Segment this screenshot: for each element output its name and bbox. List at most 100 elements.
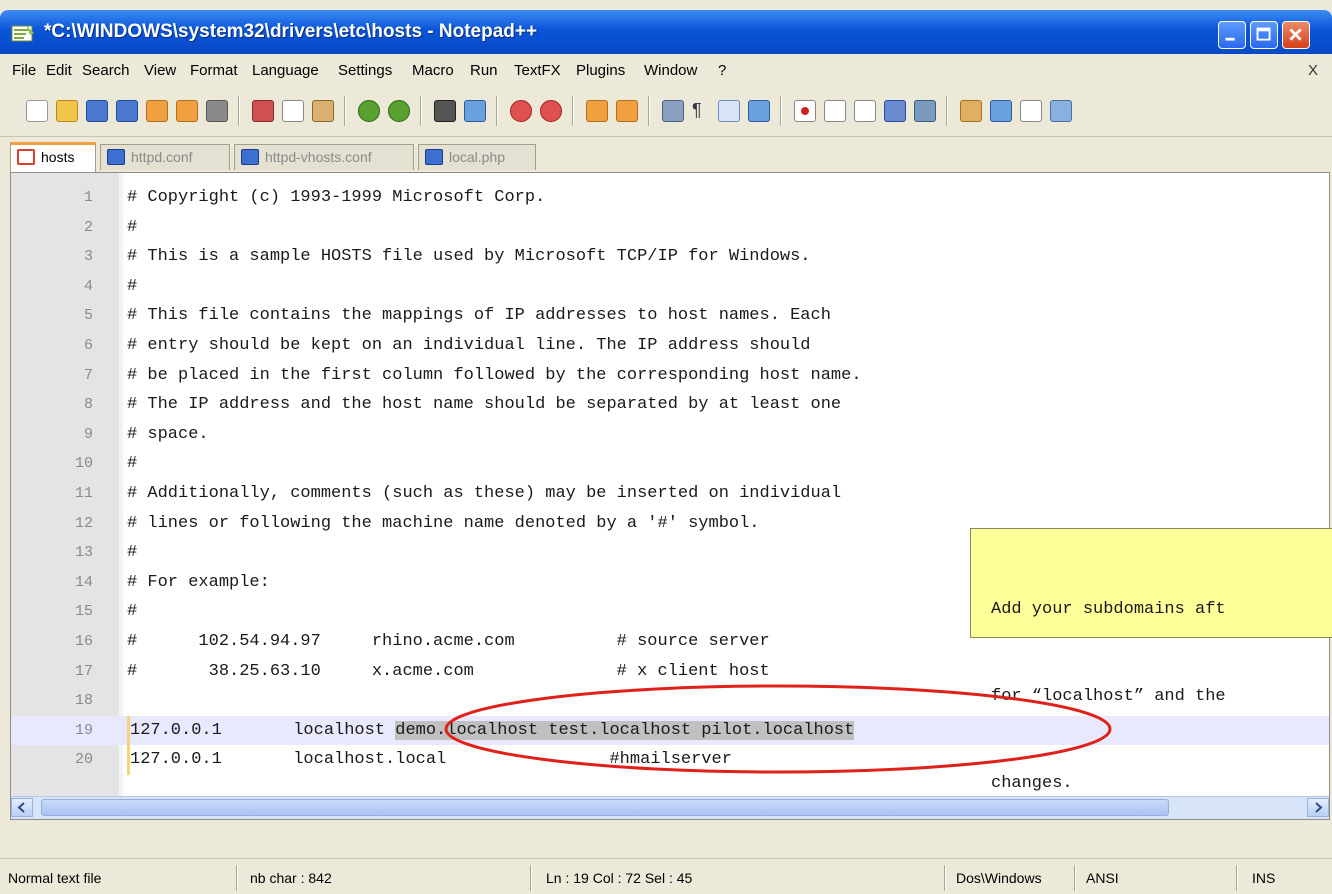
replace-icon[interactable] [464, 100, 486, 122]
record-macro-icon[interactable] [794, 100, 816, 122]
full-screen-icon[interactable] [990, 100, 1012, 122]
line-text: # lines or following the machine name de… [127, 509, 760, 539]
doc-map-icon[interactable] [1020, 100, 1042, 122]
saved-file-icon [107, 149, 125, 165]
zoom-in-icon[interactable] [510, 100, 532, 122]
menu-settings[interactable]: Settings [338, 62, 392, 79]
line-content: # [127, 217, 138, 237]
line-content: # 38.25.63.10 x.acme.com # x client host [127, 661, 770, 681]
paste-icon[interactable] [312, 100, 334, 122]
saved-file-icon [425, 149, 443, 165]
menu-view[interactable]: View [144, 62, 176, 79]
word-wrap-icon[interactable] [662, 100, 684, 122]
run-macro-multiple-icon[interactable] [884, 100, 906, 122]
line-number: 9 [83, 425, 93, 443]
line-text: # [127, 538, 137, 568]
close-file-icon[interactable] [146, 100, 168, 122]
editor-line[interactable]: 9 # space. [11, 420, 1329, 450]
menu-plugins[interactable]: Plugins [576, 62, 625, 79]
redo-icon[interactable] [388, 100, 410, 122]
tab-label: hosts [41, 149, 75, 165]
line-number: 2 [83, 218, 93, 236]
editor-line[interactable]: 2 # [11, 213, 1329, 243]
scroll-left-button[interactable] [11, 798, 33, 817]
zoom-out-icon[interactable] [540, 100, 562, 122]
sync-vertical-icon[interactable] [586, 100, 608, 122]
editor-line[interactable]: 11 # Additionally, comments (such as thes… [11, 479, 1329, 509]
trim-icon[interactable] [960, 100, 982, 122]
open-file-icon[interactable] [56, 100, 78, 122]
editor-line[interactable]: 10 # [11, 449, 1329, 479]
save-macro-icon[interactable] [914, 100, 936, 122]
editor-line[interactable]: 5 # This file contains the mappings of IP… [11, 301, 1329, 331]
line-content: # space. [127, 424, 209, 444]
status-char-count: nb char : 842 [250, 870, 332, 886]
close-icon [1289, 28, 1302, 41]
menu-run[interactable]: Run [470, 62, 498, 79]
status-encoding: ANSI [1086, 870, 1119, 886]
highlight-ellipse [444, 684, 1112, 774]
line-text: # [127, 449, 137, 479]
minimize-button[interactable] [1218, 21, 1246, 49]
editor-line[interactable]: 6 # entry should be kept on an individual… [11, 331, 1329, 361]
menu-language[interactable]: Language [252, 62, 319, 79]
close-all-icon[interactable] [176, 100, 198, 122]
unsaved-file-icon [17, 149, 35, 165]
maximize-button[interactable] [1250, 21, 1278, 49]
editor-line[interactable]: 4 # [11, 272, 1329, 302]
status-insert-mode: INS [1252, 870, 1276, 886]
new-file-icon[interactable] [26, 100, 48, 122]
arrow-left-icon [17, 802, 25, 813]
line-content: # Copyright (c) 1993-1999 Microsoft Corp… [127, 188, 546, 207]
editor-line[interactable]: 3 # This is a sample HOSTS file used by M… [11, 242, 1329, 272]
menu-help[interactable]: ? [718, 62, 726, 79]
line-number: 4 [83, 277, 93, 295]
line-content: # [127, 276, 138, 296]
editor-line[interactable]: 1 # Copyright (c) 1993-1999 Microsoft Cor… [11, 183, 1329, 213]
line-number: 5 [83, 307, 93, 325]
tab-httpd-vhosts-conf[interactable]: httpd-vhosts.conf [234, 144, 414, 170]
menu-file[interactable]: File [12, 62, 36, 79]
line-number: 11 [74, 484, 93, 502]
line-content: # This is a sample HOSTS file used by Mi… [127, 247, 811, 267]
line-content: # be placed in the first column followed… [127, 365, 862, 385]
line-text: # This is a sample HOSTS file used by Mi… [127, 242, 811, 272]
tab-local-php[interactable]: local.php [418, 144, 536, 170]
editor-line[interactable]: 8 # The IP address and the host name shou… [11, 390, 1329, 420]
save-all-icon[interactable] [116, 100, 138, 122]
find-icon[interactable] [434, 100, 456, 122]
play-macro-icon[interactable] [854, 100, 876, 122]
save-icon[interactable] [86, 100, 108, 122]
undo-icon[interactable] [358, 100, 380, 122]
line-content: # lines or following the machine name de… [127, 513, 760, 533]
annotation-line: Add your subdomains aft [991, 600, 1226, 619]
tab-httpd-conf[interactable]: httpd.conf [100, 144, 230, 170]
print-icon[interactable] [206, 100, 228, 122]
user-lang-icon[interactable] [748, 100, 770, 122]
spellcheck-icon[interactable] [1050, 100, 1072, 122]
show-all-chars-icon[interactable]: ¶ [692, 100, 714, 122]
menu-textfx[interactable]: TextFX [514, 62, 561, 79]
line-number: 3 [83, 248, 93, 266]
menu-edit[interactable]: Edit [46, 62, 72, 79]
indent-guide-icon[interactable] [718, 100, 740, 122]
line-text: # 102.54.94.97 rhino.acme.com # source s… [127, 627, 770, 657]
close-window-button[interactable] [1282, 21, 1310, 49]
line-text: # be placed in the first column followed… [127, 361, 862, 391]
tab-hosts[interactable]: hosts [10, 142, 96, 172]
editor-line[interactable]: 7 # be placed in the first column followe… [11, 361, 1329, 391]
tab-label: local.php [449, 149, 506, 165]
copy-icon[interactable] [282, 100, 304, 122]
close-document-button[interactable]: X [1308, 62, 1318, 79]
cut-icon[interactable] [252, 100, 274, 122]
menu-macro[interactable]: Macro [412, 62, 454, 79]
sync-horizontal-icon[interactable] [616, 100, 638, 122]
menu-window[interactable]: Window [644, 62, 697, 79]
menu-format[interactable]: Format [190, 62, 238, 79]
line-number: 6 [83, 336, 93, 354]
stop-macro-icon[interactable] [824, 100, 846, 122]
menu-search[interactable]: Search [82, 62, 130, 79]
status-cursor-position: Ln : 19 Col : 72 Sel : 45 [546, 870, 693, 886]
window-title: *C:\WINDOWS\system32\drivers\etc\hosts -… [44, 21, 538, 42]
title-bar[interactable]: *C:\WINDOWS\system32\drivers\etc\hosts -… [0, 10, 1332, 54]
